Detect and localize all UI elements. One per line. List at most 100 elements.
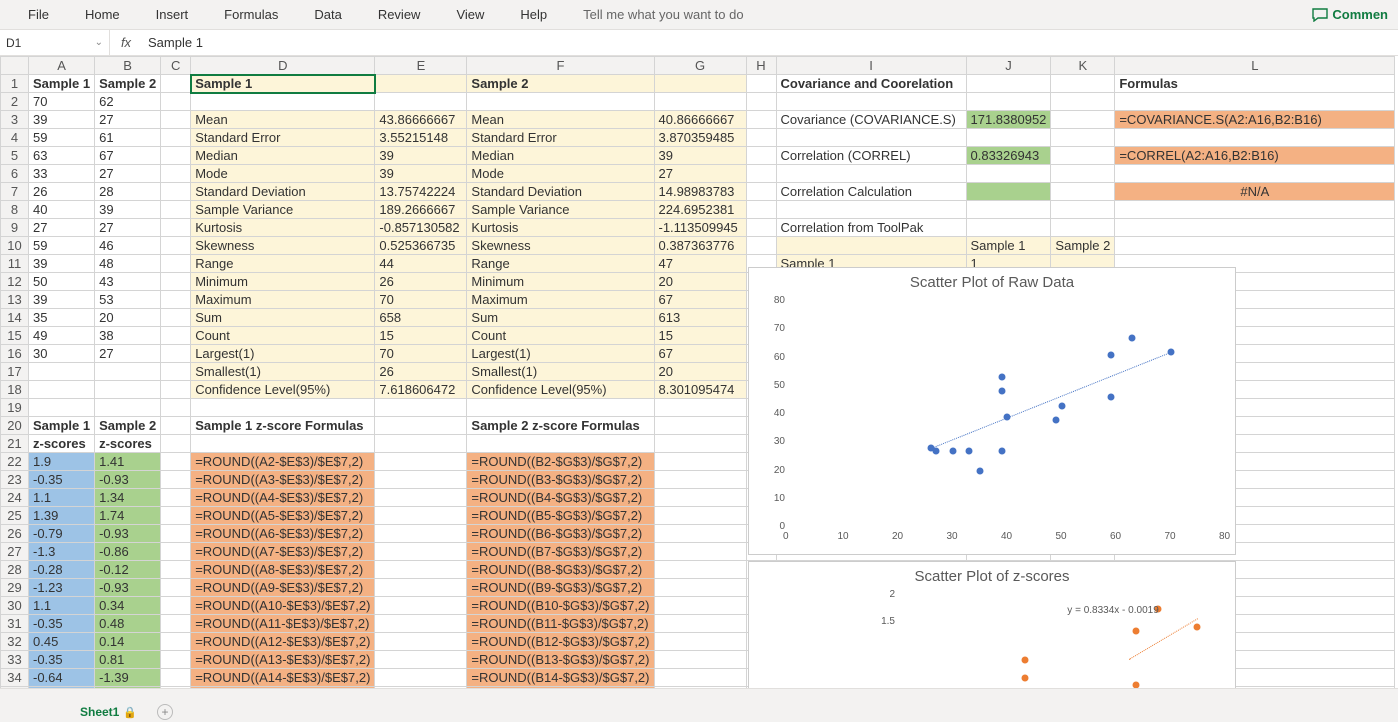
cell-D19[interactable] bbox=[191, 399, 375, 417]
cell-C19[interactable] bbox=[161, 399, 191, 417]
row-header-33[interactable]: 33 bbox=[1, 651, 29, 669]
cell-A19[interactable] bbox=[29, 399, 95, 417]
cell-E9[interactable]: -0.857130582 bbox=[375, 219, 467, 237]
cell-E4[interactable]: 3.55215148 bbox=[375, 129, 467, 147]
cell-G3[interactable]: 40.86666667 bbox=[654, 111, 746, 129]
cell-G10[interactable]: 0.387363776 bbox=[654, 237, 746, 255]
cell-D23[interactable]: =ROUND((A3-$E$3)/$E$7,2) bbox=[191, 471, 375, 489]
cell-E19[interactable] bbox=[375, 399, 467, 417]
cell-B28[interactable]: -0.12 bbox=[95, 561, 161, 579]
tab-review[interactable]: Review bbox=[360, 0, 439, 30]
cell-C20[interactable] bbox=[161, 417, 191, 435]
cell-A13[interactable]: 39 bbox=[29, 291, 95, 309]
cell-C12[interactable] bbox=[161, 273, 191, 291]
cell-B35[interactable]: -0.19 bbox=[95, 687, 161, 689]
cell-I6[interactable] bbox=[776, 165, 966, 183]
row-header-22[interactable]: 22 bbox=[1, 453, 29, 471]
cell-F9[interactable]: Kurtosis bbox=[467, 219, 654, 237]
cell-K5[interactable] bbox=[1051, 147, 1115, 165]
cell-H2[interactable] bbox=[746, 93, 776, 111]
name-box[interactable]: D1⌄ bbox=[0, 30, 110, 55]
cell-A35[interactable]: 0.37 bbox=[29, 687, 95, 689]
cell-B6[interactable]: 27 bbox=[95, 165, 161, 183]
cell-B29[interactable]: -0.93 bbox=[95, 579, 161, 597]
cell-E8[interactable]: 189.2666667 bbox=[375, 201, 467, 219]
row-header-18[interactable]: 18 bbox=[1, 381, 29, 399]
cell-B30[interactable]: 0.34 bbox=[95, 597, 161, 615]
row-header-5[interactable]: 5 bbox=[1, 147, 29, 165]
cell-I10[interactable] bbox=[776, 237, 966, 255]
cell-C18[interactable] bbox=[161, 381, 191, 399]
cell-B34[interactable]: -1.39 bbox=[95, 669, 161, 687]
row-header-14[interactable]: 14 bbox=[1, 309, 29, 327]
cell-D16[interactable]: Largest(1) bbox=[191, 345, 375, 363]
cell-B18[interactable] bbox=[95, 381, 161, 399]
cell-B17[interactable] bbox=[95, 363, 161, 381]
cell-D29[interactable]: =ROUND((A9-$E$3)/$E$7,2) bbox=[191, 579, 375, 597]
cell-A20[interactable]: Sample 1 bbox=[29, 417, 95, 435]
cell-L6[interactable] bbox=[1115, 165, 1395, 183]
cell-A6[interactable]: 33 bbox=[29, 165, 95, 183]
tab-insert[interactable]: Insert bbox=[138, 0, 207, 30]
cell-C28[interactable] bbox=[161, 561, 191, 579]
cell-B31[interactable]: 0.48 bbox=[95, 615, 161, 633]
cell-E33[interactable] bbox=[375, 651, 467, 669]
cell-E35[interactable] bbox=[375, 687, 467, 689]
cell-L3[interactable]: =COVARIANCE.S(A2:A16,B2:B16) bbox=[1115, 111, 1395, 129]
cell-A7[interactable]: 26 bbox=[29, 183, 95, 201]
cell-E34[interactable] bbox=[375, 669, 467, 687]
cell-D30[interactable]: =ROUND((A10-$E$3)/$E$7,2) bbox=[191, 597, 375, 615]
col-header-K[interactable]: K bbox=[1051, 57, 1115, 75]
row-header-8[interactable]: 8 bbox=[1, 201, 29, 219]
cell-D3[interactable]: Mean bbox=[191, 111, 375, 129]
row-header-21[interactable]: 21 bbox=[1, 435, 29, 453]
cell-E23[interactable] bbox=[375, 471, 467, 489]
cell-D17[interactable]: Smallest(1) bbox=[191, 363, 375, 381]
cell-G19[interactable] bbox=[654, 399, 746, 417]
cell-I2[interactable] bbox=[776, 93, 966, 111]
cell-A29[interactable]: -1.23 bbox=[29, 579, 95, 597]
row-header-31[interactable]: 31 bbox=[1, 615, 29, 633]
cell-E16[interactable]: 70 bbox=[375, 345, 467, 363]
cell-A28[interactable]: -0.28 bbox=[29, 561, 95, 579]
cell-A15[interactable]: 49 bbox=[29, 327, 95, 345]
cell-F22[interactable]: =ROUND((B2-$G$3)/$G$7,2) bbox=[467, 453, 654, 471]
cell-C14[interactable] bbox=[161, 309, 191, 327]
cell-A31[interactable]: -0.35 bbox=[29, 615, 95, 633]
cell-G4[interactable]: 3.870359485 bbox=[654, 129, 746, 147]
cell-F6[interactable]: Mode bbox=[467, 165, 654, 183]
cell-J5[interactable]: 0.83326943 bbox=[966, 147, 1051, 165]
row-header-3[interactable]: 3 bbox=[1, 111, 29, 129]
cell-F21[interactable] bbox=[467, 435, 654, 453]
cell-I7[interactable]: Correlation Calculation bbox=[776, 183, 966, 201]
cell-G16[interactable]: 67 bbox=[654, 345, 746, 363]
cell-K1[interactable] bbox=[1051, 75, 1115, 93]
cell-C34[interactable] bbox=[161, 669, 191, 687]
cell-B19[interactable] bbox=[95, 399, 161, 417]
cell-D31[interactable]: =ROUND((A11-$E$3)/$E$7,2) bbox=[191, 615, 375, 633]
cell-F11[interactable]: Range bbox=[467, 255, 654, 273]
cell-A34[interactable]: -0.64 bbox=[29, 669, 95, 687]
tab-file[interactable]: File bbox=[10, 0, 67, 30]
cell-A16[interactable]: 30 bbox=[29, 345, 95, 363]
cell-E27[interactable] bbox=[375, 543, 467, 561]
row-header-16[interactable]: 16 bbox=[1, 345, 29, 363]
cell-D25[interactable]: =ROUND((A5-$E$3)/$E$7,2) bbox=[191, 507, 375, 525]
sheet-area[interactable]: ABCDEFGHIJKL1Sample 1Sample 2Sample 1Sam… bbox=[0, 56, 1398, 688]
col-header-B[interactable]: B bbox=[95, 57, 161, 75]
cell-E26[interactable] bbox=[375, 525, 467, 543]
cell-L10[interactable] bbox=[1115, 237, 1395, 255]
cell-F20[interactable]: Sample 2 z-score Formulas bbox=[467, 417, 654, 435]
cell-K6[interactable] bbox=[1051, 165, 1115, 183]
cell-E17[interactable]: 26 bbox=[375, 363, 467, 381]
row-header-10[interactable]: 10 bbox=[1, 237, 29, 255]
cell-E28[interactable] bbox=[375, 561, 467, 579]
tab-data[interactable]: Data bbox=[296, 0, 359, 30]
cell-E13[interactable]: 70 bbox=[375, 291, 467, 309]
cell-G34[interactable] bbox=[654, 669, 746, 687]
cell-G24[interactable] bbox=[654, 489, 746, 507]
row-header-23[interactable]: 23 bbox=[1, 471, 29, 489]
cell-K2[interactable] bbox=[1051, 93, 1115, 111]
row-header-9[interactable]: 9 bbox=[1, 219, 29, 237]
cell-D13[interactable]: Maximum bbox=[191, 291, 375, 309]
